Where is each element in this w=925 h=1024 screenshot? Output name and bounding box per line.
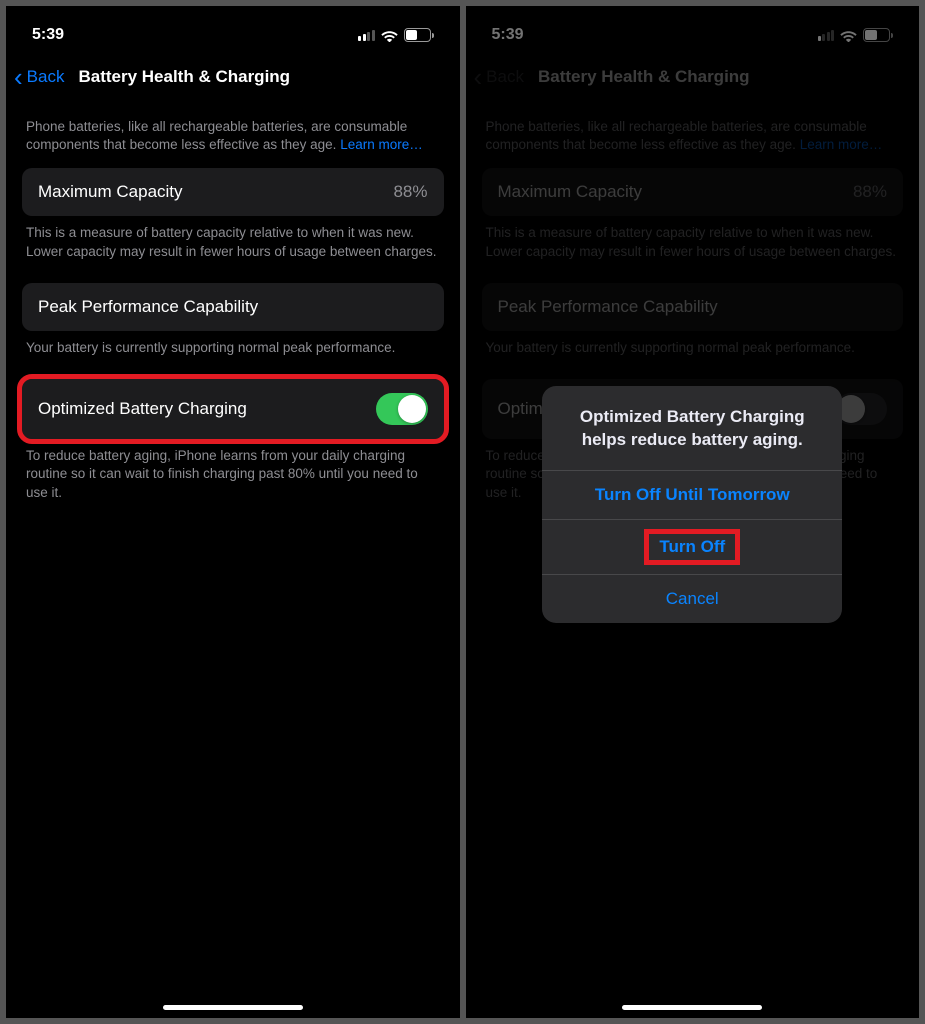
back-chevron-icon: ‹ [474, 64, 483, 90]
screen-right: 5:39 51 ‹ Back Battery Health & Charging… [466, 6, 920, 1018]
home-indicator[interactable] [163, 1005, 303, 1010]
optimized-charging-toggle[interactable] [376, 393, 428, 425]
status-bar: 5:39 51 [466, 6, 920, 54]
maximum-capacity-label: Maximum Capacity [38, 182, 183, 202]
wifi-icon [381, 29, 398, 42]
back-chevron-icon[interactable]: ‹ [14, 64, 23, 90]
peak-performance-note: Your battery is currently supporting nor… [22, 331, 444, 379]
settings-content: Phone batteries, like all rechargeable b… [6, 100, 460, 524]
maximum-capacity-note: This is a measure of battery capacity re… [22, 216, 444, 282]
intro-text: Phone batteries, like all rechargeable b… [22, 100, 444, 168]
maximum-capacity-value: 88% [393, 182, 427, 202]
cancel-button[interactable]: Cancel [542, 575, 842, 623]
page-title: Battery Health & Charging [538, 67, 750, 87]
peak-performance-cell: Peak Performance Capability [482, 283, 904, 331]
intro-text: Phone batteries, like all rechargeable b… [482, 100, 904, 168]
peak-performance-label: Peak Performance Capability [38, 297, 258, 317]
turn-off-button[interactable]: Turn Off [542, 520, 842, 574]
optimized-charging-label: Optimized Battery Charging [38, 399, 247, 419]
cellular-icon [358, 29, 375, 41]
status-icons: 51 [358, 28, 434, 42]
home-indicator[interactable] [622, 1005, 762, 1010]
peak-performance-cell[interactable]: Peak Performance Capability [22, 283, 444, 331]
page-title: Battery Health & Charging [78, 67, 290, 87]
sheet-title: Optimized Battery Charging helps reduce … [542, 386, 842, 470]
turn-off-until-tomorrow-button[interactable]: Turn Off Until Tomorrow [542, 471, 842, 519]
screen-left: 5:39 51 ‹ Back Battery Health & Charging… [6, 6, 460, 1018]
status-icons: 51 [818, 28, 894, 42]
maximum-capacity-cell: Maximum Capacity 88% [482, 168, 904, 216]
optimized-charging-toggle [835, 393, 887, 425]
back-button: Back [486, 67, 524, 87]
nav-bar: ‹ Back Battery Health & Charging [6, 54, 460, 100]
learn-more-link[interactable]: Learn more… [340, 137, 423, 152]
battery-icon: 51 [404, 28, 434, 42]
cellular-icon [818, 29, 835, 41]
maximum-capacity-cell[interactable]: Maximum Capacity 88% [22, 168, 444, 216]
status-time: 5:39 [492, 26, 524, 44]
optimized-charging-cell[interactable]: Optimized Battery Charging [22, 379, 444, 439]
battery-icon: 51 [863, 28, 893, 42]
action-sheet: Optimized Battery Charging helps reduce … [542, 386, 842, 623]
back-button[interactable]: Back [27, 67, 65, 87]
status-time: 5:39 [32, 26, 64, 44]
status-bar: 5:39 51 [6, 6, 460, 54]
wifi-icon [840, 29, 857, 42]
learn-more-link: Learn more… [800, 137, 883, 152]
optimized-charging-note: To reduce battery aging, iPhone learns f… [22, 439, 444, 524]
nav-bar: ‹ Back Battery Health & Charging [466, 54, 920, 100]
